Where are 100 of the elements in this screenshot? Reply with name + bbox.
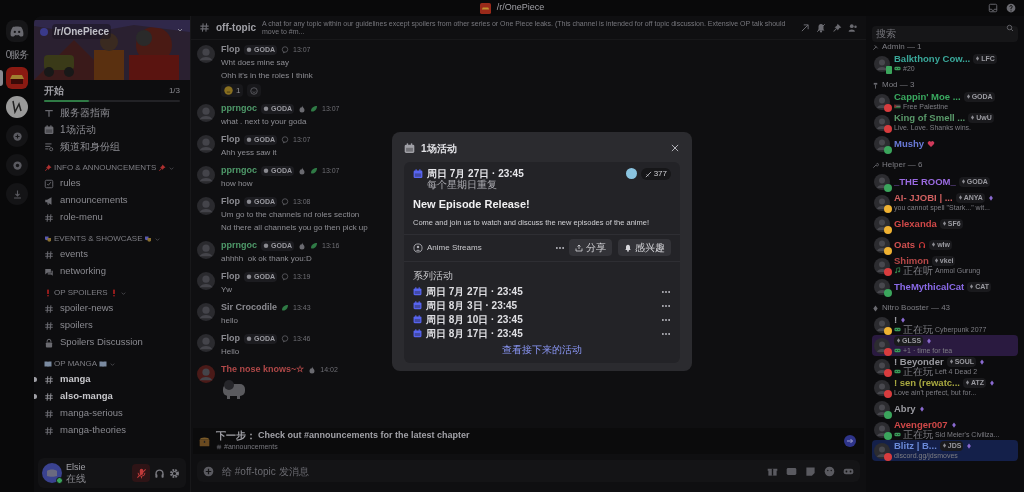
close-icon[interactable] — [670, 143, 680, 153]
channel-item[interactable]: manga-serious — [38, 405, 186, 422]
mask-icon — [44, 235, 52, 243]
sticker-icon[interactable] — [805, 465, 816, 477]
author-name[interactable]: Flop — [221, 43, 240, 57]
avatar-icon[interactable] — [874, 400, 890, 417]
channel-item[interactable]: announcements — [38, 192, 186, 209]
speech-icon — [281, 273, 289, 281]
search-field[interactable]: 搜索 — [872, 25, 1018, 42]
settings-icon[interactable] — [169, 467, 180, 479]
member-name[interactable]: AI- JJOBI | ... — [894, 192, 953, 203]
add-reaction-button[interactable] — [247, 84, 262, 97]
avatar-icon[interactable] — [874, 173, 890, 190]
avatar-icon[interactable] — [874, 236, 890, 253]
avatar-icon[interactable] — [874, 278, 890, 295]
direct-messages-button[interactable] — [6, 20, 28, 42]
avatar-icon[interactable] — [874, 55, 890, 72]
download-button[interactable] — [6, 183, 28, 205]
avatar-icon[interactable] — [874, 421, 890, 438]
channel-item[interactable]: spoiler-news — [38, 300, 186, 317]
member-name[interactable]: Glexanda — [894, 218, 937, 229]
member-name[interactable]: King of Smell ... — [894, 112, 966, 123]
member-name[interactable]: _THE ROOM_ — [894, 176, 956, 187]
unread-indicator — [34, 394, 37, 399]
avatar-icon[interactable] — [874, 114, 890, 131]
member-name[interactable]: ! sen (rewatc... — [894, 377, 960, 388]
channel-item[interactable]: manga — [38, 371, 186, 388]
member-name[interactable]: ! — [894, 314, 898, 325]
more-events-link[interactable]: 查看接下来的活动 — [502, 341, 582, 357]
server-icon[interactable] — [6, 67, 28, 89]
author-name[interactable]: Sir Crocodile — [221, 301, 277, 315]
help-icon[interactable] — [1006, 3, 1016, 13]
download-icon — [11, 188, 23, 200]
member-name[interactable]: Balkthony Cow... — [894, 53, 971, 64]
member-name[interactable]: ! Beyonder — [894, 356, 944, 367]
channel-item[interactable]: rules — [38, 175, 186, 192]
member-name[interactable]: TheMythicalCat — [894, 281, 965, 292]
category-name[interactable]: EVENTS & SHOWCASE — [54, 233, 143, 245]
pin-icon[interactable] — [832, 22, 842, 33]
sidebar-item[interactable]: 频道和身份组 — [38, 138, 186, 155]
server-icon[interactable] — [6, 96, 28, 118]
category-name[interactable]: OP SPOILERS — [54, 287, 108, 299]
sidebar-item[interactable]: 服务器指南 — [38, 104, 186, 121]
author-name[interactable]: pprngoc — [221, 239, 257, 253]
headphones-icon[interactable] — [154, 467, 165, 479]
plus-circle-icon[interactable] — [203, 465, 214, 477]
bell-muted-icon[interactable] — [816, 22, 826, 33]
threads-icon[interactable] — [800, 22, 810, 33]
avatar-icon[interactable] — [874, 93, 890, 110]
message-composer[interactable]: 给 #off-topic 发消息 — [197, 460, 860, 482]
avatar-icon[interactable] — [874, 257, 890, 274]
event-location[interactable]: Anime Streams — [427, 241, 551, 254]
member-name[interactable]: Oats — [894, 239, 916, 250]
channel-item[interactable]: manga-theories — [38, 422, 186, 439]
member-name[interactable]: Abry — [894, 403, 916, 414]
game-icon — [894, 65, 901, 72]
channel-item[interactable]: networking — [38, 263, 186, 280]
author-name[interactable]: Flop — [221, 195, 240, 209]
mute-button[interactable] — [132, 464, 150, 482]
author-name[interactable]: Flop — [221, 270, 240, 284]
avatar-icon[interactable] — [874, 358, 890, 375]
avatar-icon[interactable] — [874, 379, 890, 396]
inbox-icon[interactable] — [988, 3, 998, 13]
compass-button[interactable] — [6, 154, 28, 176]
reaction-button[interactable]: 1 — [221, 84, 244, 97]
author-name[interactable]: pprngoc — [221, 102, 257, 116]
avatar-icon[interactable] — [874, 316, 890, 333]
author-name[interactable]: Flop — [221, 133, 240, 147]
chevron-down-icon[interactable] — [176, 26, 184, 34]
members-icon[interactable] — [848, 22, 858, 33]
avatar-icon[interactable] — [874, 135, 890, 152]
member-name[interactable]: Mushy — [894, 138, 925, 149]
author-name[interactable]: pprngoc — [221, 164, 257, 178]
channel-item[interactable]: Spoilers Discussion — [38, 334, 186, 351]
member-name[interactable]: Shimon — [894, 255, 929, 266]
author-name[interactable]: The nose knows~☆ — [221, 363, 305, 377]
category-name[interactable]: OP MANGA — [54, 358, 97, 370]
series-label: 系列活动 — [413, 268, 454, 283]
go-button[interactable] — [844, 435, 856, 447]
avatar-icon[interactable] — [42, 463, 62, 483]
channel-item[interactable]: role-menu — [38, 209, 186, 226]
author-name[interactable]: Flop — [221, 332, 240, 346]
member-name[interactable]: Cappin' Moe ... — [894, 91, 961, 102]
channel-item[interactable]: spoilers — [38, 317, 186, 334]
gif-icon[interactable] — [786, 465, 797, 477]
avatar-icon[interactable] — [874, 215, 890, 232]
channel-item[interactable]: events — [38, 246, 186, 263]
member-name[interactable]: Blitz | B... — [894, 440, 937, 451]
channel-item[interactable]: also-manga — [38, 388, 186, 405]
compass-icon — [11, 159, 23, 171]
message-input[interactable]: 给 #off-topic 发消息 — [222, 463, 759, 479]
emoji-icon[interactable] — [824, 465, 835, 477]
member-group-header: Nitro Booster — 43 — [882, 302, 951, 314]
avatar-icon[interactable] — [874, 194, 890, 211]
category-name[interactable]: INFO & ANNOUNCEMENTS — [54, 162, 157, 174]
member-name[interactable]: Avenger007 — [894, 419, 948, 430]
interested-button[interactable]: 感兴趣 — [618, 239, 671, 257]
share-button[interactable]: 分享 — [569, 239, 612, 257]
sidebar-item[interactable]: 1场活动 — [38, 121, 186, 138]
plus-button[interactable] — [6, 125, 28, 147]
